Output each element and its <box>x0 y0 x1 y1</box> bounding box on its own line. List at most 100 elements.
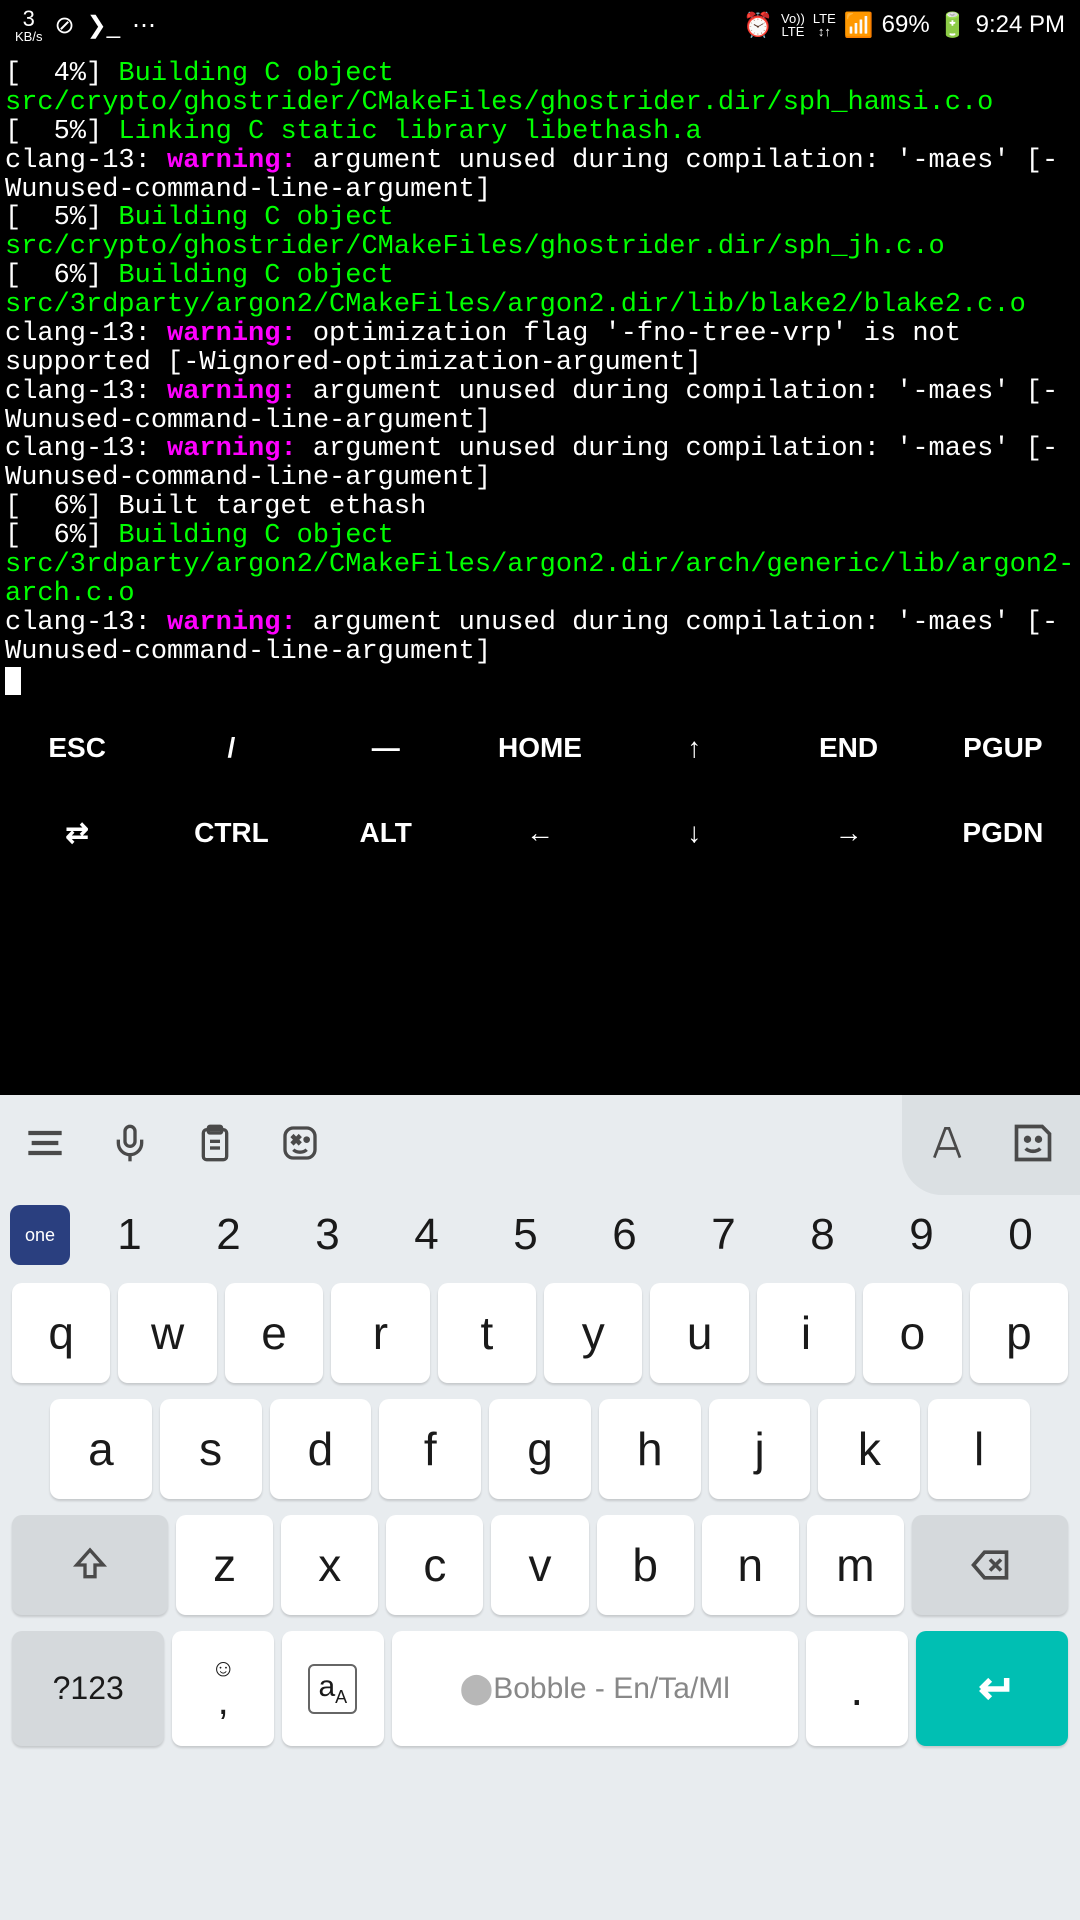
language-switch-key[interactable]: aA <box>282 1631 384 1746</box>
key-f[interactable]: f <box>379 1399 481 1499</box>
enter-key[interactable] <box>916 1631 1068 1746</box>
terminal-cursor <box>5 667 21 695</box>
mic-icon[interactable] <box>110 1123 150 1167</box>
lte-data-indicator: LTE↕↑ <box>813 12 836 38</box>
num-key-4[interactable]: 4 <box>377 1210 476 1260</box>
emoji-sticker-icon[interactable] <box>1011 1121 1055 1169</box>
clock-time: 9:24 PM <box>976 11 1065 39</box>
fn-key-ctrl[interactable]: CTRL <box>154 790 308 875</box>
terminal-text: clang-13: <box>5 319 167 349</box>
num-key-1[interactable]: 1 <box>80 1210 179 1260</box>
fn-key-pgup[interactable]: PGUP <box>926 705 1080 790</box>
terminal-text: clang-13: <box>5 146 167 176</box>
key-b[interactable]: b <box>597 1515 694 1615</box>
terminal-text: clang-13: <box>5 377 167 407</box>
symbols-key[interactable]: ?123 <box>12 1631 164 1746</box>
fn-key-[interactable]: → <box>771 790 925 875</box>
emoji-comma-key[interactable]: ☺, <box>172 1631 274 1746</box>
bobble-app-badge[interactable]: one <box>10 1205 70 1265</box>
fn-key-[interactable]: / <box>154 705 308 790</box>
terminal-prompt-icon: ❯_ <box>87 11 120 40</box>
num-key-6[interactable]: 6 <box>575 1210 674 1260</box>
terminal-output[interactable]: [ 4%] Building C object src/crypto/ghost… <box>0 50 1080 705</box>
terminal-text: Building C object src/3rdparty/argon2/CM… <box>5 521 1074 609</box>
fn-key-pgdn[interactable]: PGDN <box>926 790 1080 875</box>
key-w[interactable]: w <box>118 1283 216 1383</box>
fn-key-[interactable]: ↓ <box>617 790 771 875</box>
num-key-7[interactable]: 7 <box>674 1210 773 1260</box>
key-g[interactable]: g <box>489 1399 591 1499</box>
terminal-text: [ 6%] <box>5 261 118 291</box>
terminal-text: [ 5%] <box>5 117 118 147</box>
fn-key-[interactable]: ↑ <box>617 705 771 790</box>
key-d[interactable]: d <box>270 1399 372 1499</box>
key-e[interactable]: e <box>225 1283 323 1383</box>
fn-key-esc[interactable]: ESC <box>0 705 154 790</box>
signal-strength-icon: 📶 <box>844 11 874 40</box>
key-x[interactable]: x <box>281 1515 378 1615</box>
spacebar[interactable]: ⬤ Bobble - En/Ta/Ml <box>392 1631 798 1746</box>
key-j[interactable]: j <box>709 1399 811 1499</box>
alarm-icon: ⏰ <box>743 11 773 40</box>
key-y[interactable]: y <box>544 1283 642 1383</box>
key-k[interactable]: k <box>818 1399 920 1499</box>
qwerty-row-1: qwertyuiop <box>0 1275 1080 1391</box>
fn-key-[interactable]: ← <box>463 790 617 875</box>
key-l[interactable]: l <box>928 1399 1030 1499</box>
num-key-0[interactable]: 0 <box>971 1210 1070 1260</box>
status-bar: 3 KB/s ⊘ ❯_ ⋯ ⏰ Vo))LTE LTE↕↑ 📶 69% 🔋 9:… <box>0 0 1080 50</box>
num-key-2[interactable]: 2 <box>179 1210 278 1260</box>
terminal-text: warning: <box>167 319 313 349</box>
qwerty-row-2: asdfghjkl <box>0 1391 1080 1507</box>
key-v[interactable]: v <box>491 1515 588 1615</box>
menu-icon[interactable] <box>25 1123 65 1167</box>
terminal-text: warning: <box>167 377 313 407</box>
onscreen-keyboard: × one 1234567890 qwertyuiop asdfghjkl zx… <box>0 1095 1080 1920</box>
fn-key-end[interactable]: END <box>771 705 925 790</box>
num-key-3[interactable]: 3 <box>278 1210 377 1260</box>
num-key-5[interactable]: 5 <box>476 1210 575 1260</box>
sticker-icon[interactable]: × <box>280 1123 320 1167</box>
qwerty-row-3: zxcvbnm <box>0 1507 1080 1623</box>
key-n[interactable]: n <box>702 1515 799 1615</box>
key-i[interactable]: i <box>757 1283 855 1383</box>
key-u[interactable]: u <box>650 1283 748 1383</box>
terminal-text: warning: <box>167 434 313 464</box>
key-t[interactable]: t <box>438 1283 536 1383</box>
font-style-icon[interactable] <box>927 1121 971 1169</box>
fn-key-alt[interactable]: ALT <box>309 790 463 875</box>
key-p[interactable]: p <box>970 1283 1068 1383</box>
key-o[interactable]: o <box>863 1283 961 1383</box>
key-r[interactable]: r <box>331 1283 429 1383</box>
fn-key-[interactable]: ― <box>309 705 463 790</box>
battery-percentage: 69% <box>882 11 930 39</box>
terminal-text: [ 4%] <box>5 59 118 89</box>
backspace-key[interactable] <box>912 1515 1068 1615</box>
key-a[interactable]: a <box>50 1399 152 1499</box>
key-c[interactable]: c <box>386 1515 483 1615</box>
shift-key[interactable] <box>12 1515 168 1615</box>
number-row: one 1234567890 <box>0 1195 1080 1275</box>
fn-key-home[interactable]: HOME <box>463 705 617 790</box>
bottom-row: ?123 ☺, aA ⬤ Bobble - En/Ta/Ml . <box>0 1623 1080 1754</box>
fn-key-[interactable]: ⇄ <box>0 790 154 875</box>
status-left: 3 KB/s ⊘ ❯_ ⋯ <box>15 8 156 43</box>
terminal-text: warning: <box>167 608 313 638</box>
num-key-9[interactable]: 9 <box>872 1210 971 1260</box>
terminal-text: clang-13: <box>5 608 167 638</box>
key-s[interactable]: s <box>160 1399 262 1499</box>
terminal-text: Building C object src/crypto/ghostrider/… <box>5 59 993 118</box>
status-right: ⏰ Vo))LTE LTE↕↑ 📶 69% 🔋 9:24 PM <box>743 11 1065 40</box>
battery-icon: 🔋 <box>938 11 968 40</box>
terminal-text: warning: <box>167 146 313 176</box>
clipboard-icon[interactable] <box>195 1123 235 1167</box>
svg-text:×: × <box>292 1131 301 1149</box>
terminal-text: clang-13: <box>5 434 167 464</box>
key-z[interactable]: z <box>176 1515 273 1615</box>
num-key-8[interactable]: 8 <box>773 1210 872 1260</box>
period-key[interactable]: . <box>806 1631 908 1746</box>
key-h[interactable]: h <box>599 1399 701 1499</box>
key-m[interactable]: m <box>807 1515 904 1615</box>
terminal-text: Building C object src/crypto/ghostrider/… <box>5 203 945 262</box>
key-q[interactable]: q <box>12 1283 110 1383</box>
